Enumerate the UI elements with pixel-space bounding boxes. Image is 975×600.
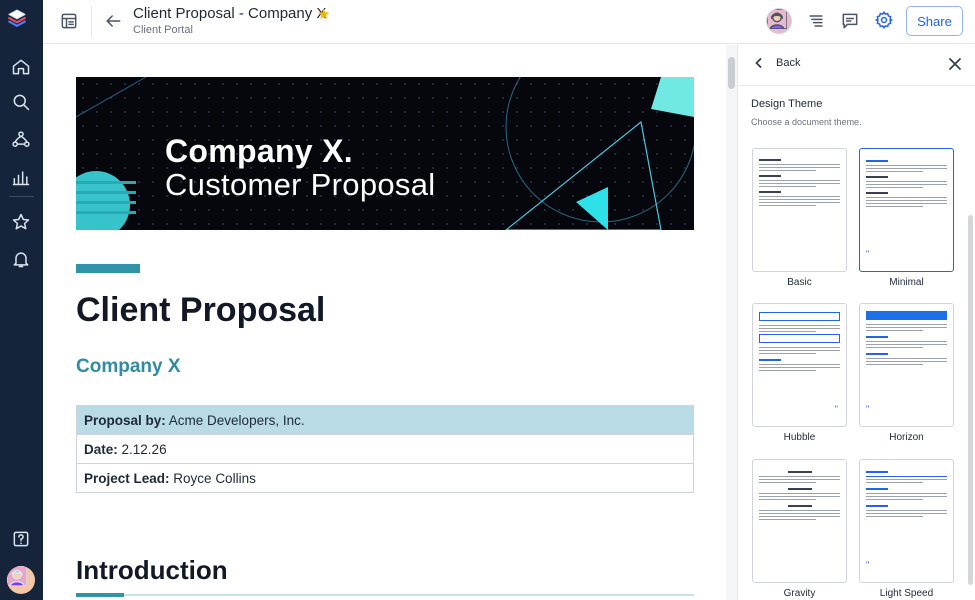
layers-logo-icon[interactable] bbox=[7, 8, 35, 36]
panel-title: Design Theme bbox=[751, 98, 823, 110]
star-icon[interactable] bbox=[9, 210, 33, 234]
theme-preview: " bbox=[859, 148, 954, 272]
app-root: Client Proposal - Company X ★ Client Por… bbox=[0, 0, 975, 600]
panel-scrollbar[interactable] bbox=[968, 215, 973, 585]
document-scrollbar-thumb[interactable] bbox=[728, 57, 735, 89]
table-row[interactable]: Proposal by: Acme Developers, Inc. bbox=[76, 405, 694, 435]
theme-preview bbox=[752, 148, 847, 272]
theme-name: Gravity bbox=[783, 588, 816, 599]
left-rail bbox=[0, 0, 43, 600]
info-value: Acme Developers, Inc. bbox=[168, 412, 305, 428]
panel-back-label: Back bbox=[776, 57, 801, 69]
theme-preview bbox=[752, 459, 847, 583]
heading-accent-bar bbox=[76, 264, 140, 273]
home-icon[interactable] bbox=[9, 55, 33, 79]
theme-option-basic[interactable]: Basic bbox=[752, 148, 847, 288]
network-icon[interactable] bbox=[9, 128, 33, 152]
gear-icon[interactable] bbox=[874, 10, 894, 35]
document-scrollbar[interactable] bbox=[726, 45, 737, 600]
header-divider bbox=[91, 6, 92, 38]
info-label: Proposal by: bbox=[84, 412, 166, 428]
collaborator-avatar[interactable] bbox=[766, 8, 792, 34]
close-icon[interactable] bbox=[948, 57, 964, 73]
design-theme-panel: Back Design Theme Choose a document them… bbox=[737, 45, 975, 600]
section-heading[interactable]: Introduction bbox=[76, 555, 228, 586]
theme-name: Horizon bbox=[889, 432, 924, 443]
back-arrow-icon[interactable] bbox=[103, 11, 123, 31]
panel-divider bbox=[738, 85, 975, 86]
company-name[interactable]: Company X bbox=[76, 356, 181, 378]
top-header: Client Proposal - Company X ★ Client Por… bbox=[43, 0, 975, 44]
theme-preview: " bbox=[859, 459, 954, 583]
theme-name: Basic bbox=[787, 277, 812, 288]
bell-icon[interactable] bbox=[9, 247, 33, 271]
bar-chart-icon[interactable] bbox=[9, 165, 33, 189]
document-canvas: Company X. Customer Proposal Client Prop… bbox=[43, 45, 726, 600]
theme-option-minimal[interactable]: " Minimal bbox=[859, 148, 954, 288]
info-label: Project Lead: bbox=[84, 470, 170, 486]
theme-option-horizon[interactable]: " Horizon bbox=[859, 303, 954, 443]
chevron-left-icon bbox=[755, 58, 762, 68]
user-avatar[interactable] bbox=[7, 566, 35, 594]
theme-name: Minimal bbox=[889, 277, 924, 288]
info-value: Royce Collins bbox=[173, 470, 256, 486]
theme-option-gravity[interactable]: Gravity bbox=[752, 459, 847, 599]
info-value: 2.12.26 bbox=[121, 441, 167, 457]
panel-subtitle: Choose a document theme. bbox=[751, 117, 862, 127]
table-row[interactable]: Date: 2.12.26 bbox=[76, 434, 694, 464]
cover-banner: Company X. Customer Proposal bbox=[76, 77, 694, 230]
banner-title: Company X. bbox=[165, 133, 353, 169]
panel-back-button[interactable]: Back bbox=[752, 56, 800, 70]
favorite-star-icon[interactable]: ★ bbox=[317, 5, 330, 23]
theme-preview: " bbox=[859, 303, 954, 427]
theme-option-hubble[interactable]: " Hubble bbox=[752, 303, 847, 443]
theme-name: Light Speed bbox=[879, 588, 934, 599]
section-divider bbox=[76, 593, 694, 597]
document-heading[interactable]: Client Proposal bbox=[76, 291, 325, 330]
theme-name: Hubble bbox=[783, 432, 816, 443]
banner-subtitle: Customer Proposal bbox=[165, 167, 436, 202]
table-row[interactable]: Project Lead: Royce Collins bbox=[76, 463, 694, 493]
theme-option-light-speed[interactable]: " Light Speed bbox=[859, 459, 954, 599]
document-title[interactable]: Client Proposal - Company X bbox=[133, 5, 326, 22]
list-icon[interactable] bbox=[806, 11, 826, 36]
info-label: Date: bbox=[84, 441, 118, 457]
document-breadcrumb[interactable]: Client Portal bbox=[133, 24, 193, 36]
search-icon[interactable] bbox=[9, 90, 33, 114]
share-button[interactable]: Share bbox=[906, 6, 963, 36]
help-icon[interactable] bbox=[9, 527, 33, 551]
comment-icon[interactable] bbox=[840, 11, 860, 36]
rail-divider bbox=[9, 196, 34, 197]
proposal-info-table: Proposal by: Acme Developers, Inc. Date:… bbox=[76, 405, 694, 493]
theme-preview: " bbox=[752, 303, 847, 427]
documents-icon[interactable] bbox=[59, 11, 79, 31]
